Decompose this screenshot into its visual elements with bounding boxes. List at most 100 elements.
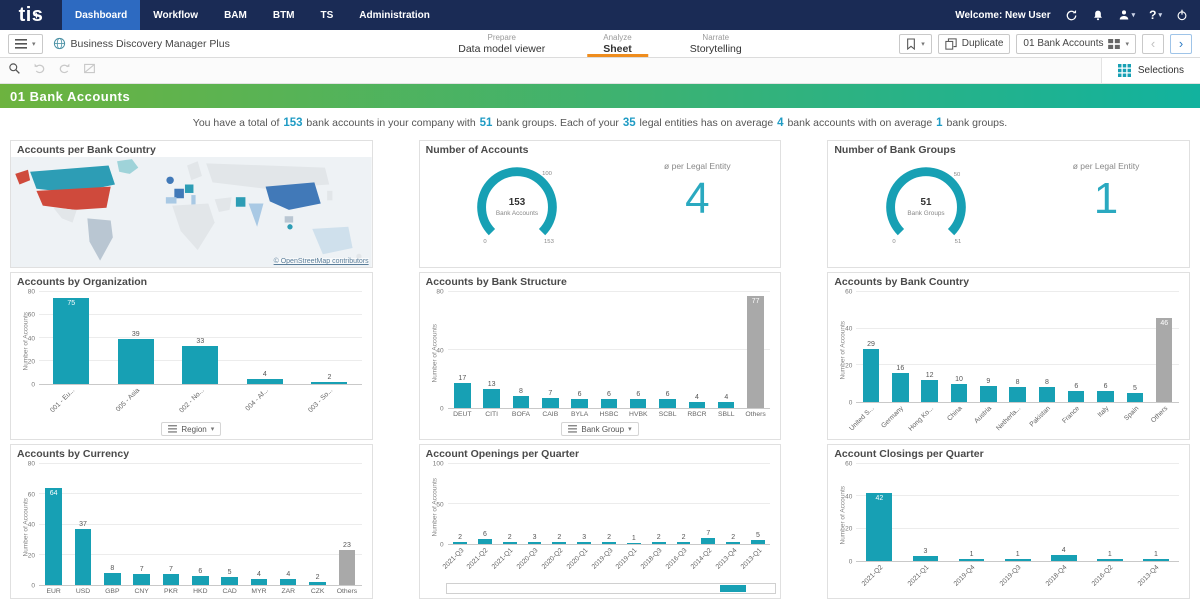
x-label[interactable]: Italy bbox=[1091, 403, 1120, 439]
x-label[interactable]: France bbox=[1062, 403, 1091, 439]
nav-item-bam[interactable]: BAM bbox=[211, 0, 260, 30]
account-closings-per-quarter-chart[interactable]: Number of Accounts0204060423114112021-Q2… bbox=[828, 461, 1189, 598]
map-region-uk[interactable] bbox=[166, 177, 173, 184]
bar-003 - So...[interactable] bbox=[311, 382, 347, 384]
x-label[interactable]: Pakistan bbox=[1032, 403, 1061, 439]
step-forward-icon[interactable] bbox=[58, 62, 71, 80]
bar-HSBC[interactable] bbox=[601, 399, 617, 408]
bookmarks-button[interactable]: ▾ bbox=[899, 34, 932, 54]
bar-CAIB[interactable] bbox=[542, 398, 558, 408]
sync-icon[interactable] bbox=[1065, 9, 1078, 22]
bar-CZK[interactable] bbox=[309, 582, 325, 585]
bank-groups-gauge[interactable]: 0 50 51 51 Bank Groups bbox=[828, 157, 1023, 267]
map-region-malaysia[interactable] bbox=[287, 224, 292, 229]
selections-button[interactable]: Selections bbox=[1101, 58, 1200, 83]
x-label[interactable]: 2021-Q2 bbox=[856, 562, 902, 598]
x-label[interactable]: Netherla... bbox=[1003, 403, 1032, 439]
x-label[interactable]: Others bbox=[332, 586, 361, 598]
bar-2016-Q3[interactable] bbox=[677, 542, 691, 544]
x-label[interactable]: 001 - Eu... bbox=[39, 385, 104, 421]
bar-RBCR[interactable] bbox=[689, 402, 705, 408]
nav-item-administration[interactable]: Administration bbox=[346, 0, 443, 30]
bell-icon[interactable] bbox=[1092, 9, 1104, 22]
accounts-by-currency-chart[interactable]: Number of Accounts0204060806437877654422… bbox=[11, 461, 372, 598]
bar-SBLL[interactable] bbox=[718, 402, 734, 408]
bar-2021-Q3[interactable] bbox=[453, 542, 467, 544]
x-label[interactable]: 2019-Q4 bbox=[949, 562, 995, 598]
x-label[interactable]: 2021-Q1 bbox=[902, 562, 948, 598]
previous-sheet-button[interactable]: ‹ bbox=[1142, 34, 1164, 54]
nav-item-workflow[interactable]: Workflow bbox=[140, 0, 211, 30]
bar-Others[interactable] bbox=[747, 296, 763, 408]
osm-attribution-link[interactable]: © OpenStreetMap contributors bbox=[274, 258, 369, 265]
bar-2019-Q3[interactable] bbox=[602, 542, 616, 544]
bar-China[interactable] bbox=[951, 384, 967, 402]
bar-2018-Q3[interactable] bbox=[652, 542, 666, 544]
bar-USD[interactable] bbox=[75, 529, 91, 585]
gauge-svg[interactable]: 0 100 153 153 Bank Accounts bbox=[458, 157, 576, 259]
x-label[interactable]: 2019-Q3 bbox=[995, 562, 1041, 598]
bar-Austria[interactable] bbox=[980, 386, 996, 403]
user-menu[interactable]: ▾ bbox=[1118, 9, 1136, 21]
bar-Hong Ko...[interactable] bbox=[921, 380, 937, 402]
bar-005 - Asia[interactable] bbox=[118, 339, 154, 384]
bar-MYR[interactable] bbox=[251, 579, 267, 585]
bar-BYLA[interactable] bbox=[571, 399, 587, 408]
nav-item-dashboard[interactable]: Dashboard bbox=[62, 0, 140, 30]
world-map-svg[interactable] bbox=[11, 157, 372, 267]
map-region-southeast-asia[interactable] bbox=[285, 216, 293, 222]
bar-CNY[interactable] bbox=[133, 574, 149, 585]
power-icon[interactable] bbox=[1176, 9, 1188, 21]
bar-2016-Q2[interactable] bbox=[1097, 559, 1123, 561]
world-map[interactable]: © OpenStreetMap contributors bbox=[11, 157, 372, 267]
bar-PKR[interactable] bbox=[163, 574, 179, 585]
x-label[interactable]: Others bbox=[1150, 403, 1179, 439]
accounts-by-bank-country-chart[interactable]: Number of Accounts0204060291612109886654… bbox=[828, 289, 1189, 439]
bar-2018-Q4[interactable] bbox=[1051, 555, 1077, 561]
region-selector[interactable]: Region ▾ bbox=[11, 422, 372, 436]
bar-2020-Q2[interactable] bbox=[552, 542, 566, 544]
bar-Italy[interactable] bbox=[1097, 391, 1113, 402]
duplicate-button[interactable]: Duplicate bbox=[938, 34, 1011, 54]
accounts-gauge[interactable]: 0 100 153 153 Bank Accounts bbox=[420, 157, 615, 267]
map-region-italy[interactable] bbox=[191, 195, 195, 205]
clear-selections-icon[interactable] bbox=[83, 62, 96, 80]
x-label[interactable]: Germany bbox=[886, 403, 915, 439]
bar-HKD[interactable] bbox=[192, 576, 208, 585]
sheet-selector[interactable]: 01 Bank Accounts ▾ bbox=[1016, 34, 1136, 54]
x-label[interactable]: 2016-Q2 bbox=[1087, 562, 1133, 598]
chart-scrollbar[interactable] bbox=[446, 583, 777, 594]
bar-2013-Q4[interactable] bbox=[726, 542, 740, 544]
bar-2019-Q3[interactable] bbox=[1005, 559, 1031, 561]
x-label[interactable]: 005 - Asia bbox=[104, 385, 169, 421]
smart-search-icon[interactable] bbox=[8, 62, 21, 80]
next-sheet-button[interactable]: › bbox=[1170, 34, 1192, 54]
x-label[interactable]: Hong Ko... bbox=[915, 403, 944, 439]
bar-2013-Q4[interactable] bbox=[1143, 559, 1169, 561]
bar-France[interactable] bbox=[1068, 391, 1084, 402]
bar-GBP[interactable] bbox=[104, 573, 120, 585]
tab-prepare[interactable]: Prepare Data model viewer bbox=[442, 30, 561, 57]
map-region-japan[interactable] bbox=[327, 191, 332, 201]
bar-2020-Q1[interactable] bbox=[577, 542, 591, 544]
accounts-by-organization-chart[interactable]: Number of Accounts02040608075393342001 -… bbox=[11, 289, 372, 421]
bar-2020-Q3[interactable] bbox=[528, 542, 542, 544]
bar-United S...[interactable] bbox=[863, 349, 879, 402]
x-label[interactable]: 003 - So... bbox=[297, 385, 362, 421]
x-label[interactable]: 2018-Q4 bbox=[1041, 562, 1087, 598]
x-label[interactable]: United S... bbox=[856, 403, 885, 439]
bar-2021-Q2[interactable] bbox=[866, 493, 892, 561]
bar-BOFA[interactable] bbox=[513, 396, 529, 408]
bar-Netherla...[interactable] bbox=[1009, 387, 1025, 402]
bar-CAD[interactable] bbox=[221, 577, 237, 585]
x-label[interactable]: Austria bbox=[974, 403, 1003, 439]
map-region-pakistan[interactable] bbox=[236, 197, 246, 207]
bar-001 - Eu...[interactable] bbox=[53, 298, 89, 384]
bar-2021-Q1[interactable] bbox=[913, 556, 939, 561]
bar-2013-Q1[interactable] bbox=[751, 540, 765, 544]
gauge-svg[interactable]: 0 50 51 51 Bank Groups bbox=[867, 157, 985, 259]
tab-analyze[interactable]: Analyze Sheet bbox=[587, 30, 648, 57]
nav-item-btm[interactable]: BTM bbox=[260, 0, 308, 30]
bar-002 - No...[interactable] bbox=[182, 346, 218, 384]
x-label[interactable]: 002 - No... bbox=[168, 385, 233, 421]
